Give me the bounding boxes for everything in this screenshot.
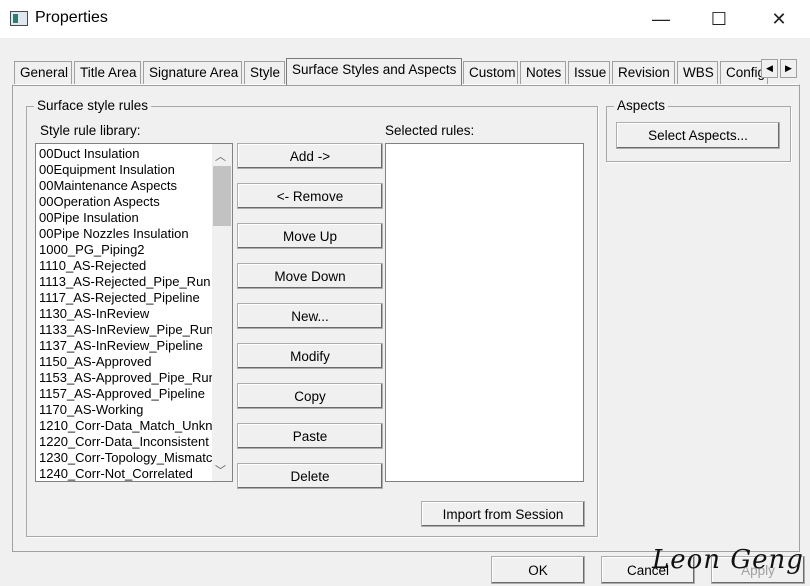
selected-rules-label: Selected rules: — [385, 123, 475, 138]
aspects-legend: Aspects — [614, 98, 669, 113]
tab-scroll-right-icon[interactable]: ▶ — [780, 59, 797, 78]
ok-button[interactable]: OK — [491, 556, 585, 584]
modify-button[interactable]: Modify — [237, 343, 383, 369]
maximize-button[interactable]: ☐ — [696, 0, 742, 38]
list-item[interactable]: 00Pipe Insulation — [39, 210, 215, 226]
list-item[interactable]: 1230_Corr-Topology_Mismatch — [39, 450, 215, 466]
watermark-signature: Leon Geng — [652, 545, 804, 575]
close-button[interactable]: ✕ — [756, 0, 802, 38]
list-item[interactable]: 1110_AS-Rejected — [39, 258, 215, 274]
list-item[interactable]: 1240_Corr-Not_Correlated — [39, 466, 215, 481]
list-item[interactable]: 1220_Corr-Data_Inconsistent — [39, 434, 215, 450]
minimize-button[interactable]: — — [638, 0, 684, 38]
style-rule-library-list[interactable]: 00Duct Insulation 00Equipment Insulation… — [35, 143, 233, 482]
surface-style-rules-legend: Surface style rules — [34, 98, 152, 113]
list-item[interactable]: 1113_AS-Rejected_Pipe_Run — [39, 274, 215, 290]
style-rule-library-label: Style rule library: — [40, 123, 141, 138]
delete-button[interactable]: Delete — [237, 463, 383, 489]
list-item[interactable]: 1153_AS-Approved_Pipe_Run — [39, 370, 215, 386]
paste-button[interactable]: Paste — [237, 423, 383, 449]
tab-signature-area[interactable]: Signature Area — [143, 61, 242, 84]
add-button[interactable]: Add -> — [237, 143, 383, 169]
tab-title-area[interactable]: Title Area — [74, 61, 141, 84]
import-from-session-button[interactable]: Import from Session — [421, 501, 585, 527]
list-item[interactable]: 1170_AS-Working — [39, 402, 215, 418]
list-item[interactable]: 1133_AS-InReview_Pipe_Run — [39, 322, 215, 338]
move-up-button[interactable]: Move Up — [237, 223, 383, 249]
tab-scroll-left-icon[interactable]: ◀ — [761, 59, 778, 78]
remove-button[interactable]: <- Remove — [237, 183, 383, 209]
app-icon — [10, 11, 28, 26]
list-item[interactable]: 00Operation Aspects — [39, 194, 215, 210]
scroll-up-icon[interactable]: ︿ — [215, 148, 226, 164]
tab-revision[interactable]: Revision — [612, 61, 675, 84]
move-down-button[interactable]: Move Down — [237, 263, 383, 289]
window-title: Properties — [35, 9, 108, 26]
tab-wbs[interactable]: WBS — [677, 61, 718, 84]
tab-surface-styles-and-aspects[interactable]: Surface Styles and Aspects — [286, 58, 462, 85]
list-item[interactable]: 00Maintenance Aspects — [39, 178, 215, 194]
list-item[interactable]: 1000_PG_Piping2 — [39, 242, 215, 258]
scroll-down-icon[interactable]: ﹀ — [215, 462, 226, 478]
tab-general[interactable]: General — [14, 61, 72, 84]
list-item[interactable]: 1157_AS-Approved_Pipeline — [39, 386, 215, 402]
list-item[interactable]: 1130_AS-InReview — [39, 306, 215, 322]
copy-button[interactable]: Copy — [237, 383, 383, 409]
new-button[interactable]: New... — [237, 303, 383, 329]
list-item[interactable]: 1210_Corr-Data_Match_Unknown — [39, 418, 215, 434]
list-item[interactable]: 00Duct Insulation — [39, 146, 215, 162]
tab-issue[interactable]: Issue — [568, 61, 610, 84]
tab-style[interactable]: Style — [244, 61, 285, 84]
select-aspects-button[interactable]: Select Aspects... — [616, 122, 780, 149]
tab-custom[interactable]: Custom — [463, 61, 518, 84]
list-item[interactable]: 1150_AS-Approved — [39, 354, 215, 370]
list-item[interactable]: 1137_AS-InReview_Pipeline — [39, 338, 215, 354]
list-item[interactable]: 00Pipe Nozzles Insulation — [39, 226, 215, 242]
library-scroll-thumb[interactable] — [213, 166, 231, 226]
tab-strip: General Title Area Signature Area Style … — [14, 58, 800, 85]
title-bar: Properties — ☐ ✕ — [0, 0, 810, 38]
list-item[interactable]: 1117_AS-Rejected_Pipeline — [39, 290, 215, 306]
list-item[interactable]: 00Equipment Insulation — [39, 162, 215, 178]
tab-notes[interactable]: Notes — [520, 61, 566, 84]
selected-rules-list[interactable] — [385, 143, 584, 482]
